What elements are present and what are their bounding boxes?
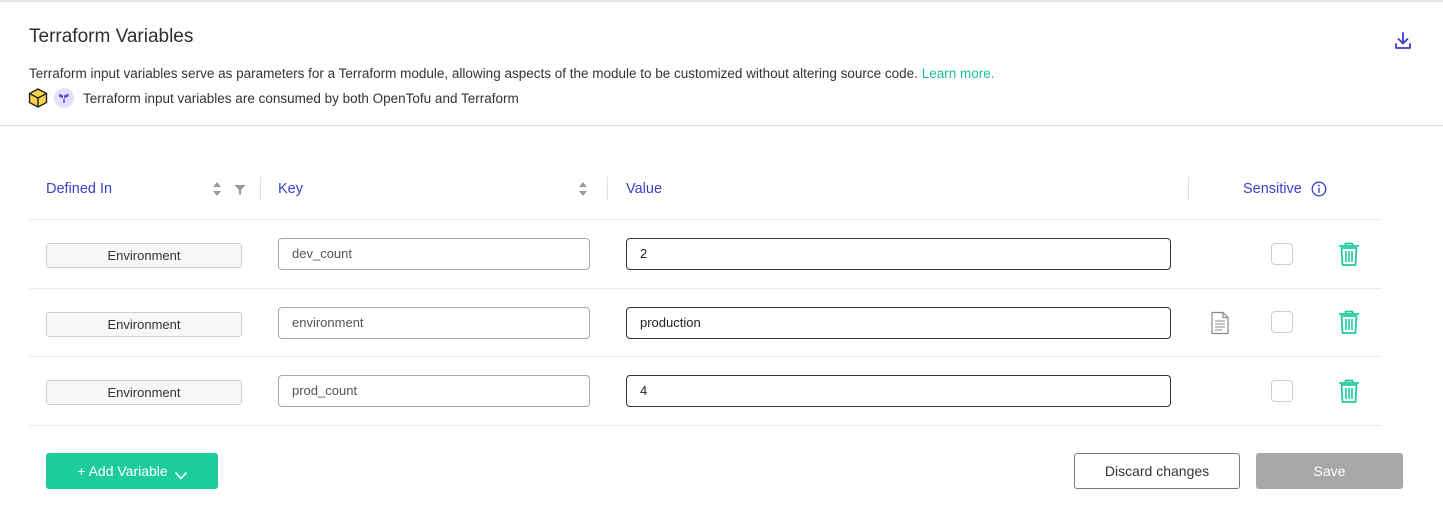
value-input[interactable]: 2	[626, 238, 1171, 270]
value-input[interactable]: production	[626, 307, 1171, 339]
column-separator	[607, 177, 608, 201]
document-icon[interactable]	[1210, 311, 1230, 335]
sort-icon[interactable]	[212, 181, 222, 197]
defined-in-badge: Environment	[46, 243, 242, 268]
engines-note-text: Terraform input variables are consumed b…	[83, 90, 519, 106]
defined-in-badge: Environment	[46, 380, 242, 405]
column-header-defined-in: Defined In	[46, 181, 113, 197]
row-divider	[29, 356, 1381, 357]
trash-icon[interactable]	[1337, 378, 1361, 404]
column-header-value: Value	[626, 181, 663, 197]
sensitive-checkbox[interactable]	[1271, 311, 1293, 333]
column-separator	[1188, 177, 1189, 201]
engines-note: Terraform input variables are consumed b…	[27, 87, 519, 109]
key-input[interactable]: environment	[278, 307, 590, 339]
sensitive-checkbox[interactable]	[1271, 380, 1293, 402]
column-separator	[260, 177, 261, 201]
variables-header: Terraform Variables Terraform input vari…	[0, 2, 1443, 126]
terraform-logo-icon	[54, 88, 74, 108]
trash-icon[interactable]	[1337, 241, 1361, 267]
row-divider	[29, 425, 1381, 426]
row-divider	[29, 288, 1381, 289]
info-icon[interactable]	[1311, 181, 1327, 197]
column-header-sensitive: Sensitive	[1243, 181, 1302, 197]
sensitive-checkbox[interactable]	[1271, 243, 1293, 265]
chevron-down-icon	[174, 467, 187, 480]
download-icon[interactable]	[1391, 29, 1415, 53]
learn-more-link[interactable]: Learn more.	[922, 66, 995, 81]
row-divider	[29, 219, 1381, 220]
filter-icon[interactable]	[234, 183, 246, 195]
add-variable-button[interactable]: + Add Variable	[46, 453, 218, 489]
opentofu-logo-icon	[27, 87, 49, 109]
description-text: Terraform input variables serve as param…	[29, 66, 918, 81]
key-input[interactable]: dev_count	[278, 238, 590, 270]
discard-changes-button[interactable]: Discard changes	[1074, 453, 1240, 489]
defined-in-badge: Environment	[46, 312, 242, 337]
key-input[interactable]: prod_count	[278, 375, 590, 407]
sort-icon[interactable]	[578, 181, 588, 197]
description: Terraform input variables serve as param…	[29, 66, 995, 81]
value-input[interactable]: 4	[626, 375, 1171, 407]
page-title: Terraform Variables	[29, 26, 194, 47]
trash-icon[interactable]	[1337, 309, 1361, 335]
add-variable-label: + Add Variable	[77, 463, 168, 479]
save-button[interactable]: Save	[1256, 453, 1403, 489]
column-header-key: Key	[278, 181, 303, 197]
